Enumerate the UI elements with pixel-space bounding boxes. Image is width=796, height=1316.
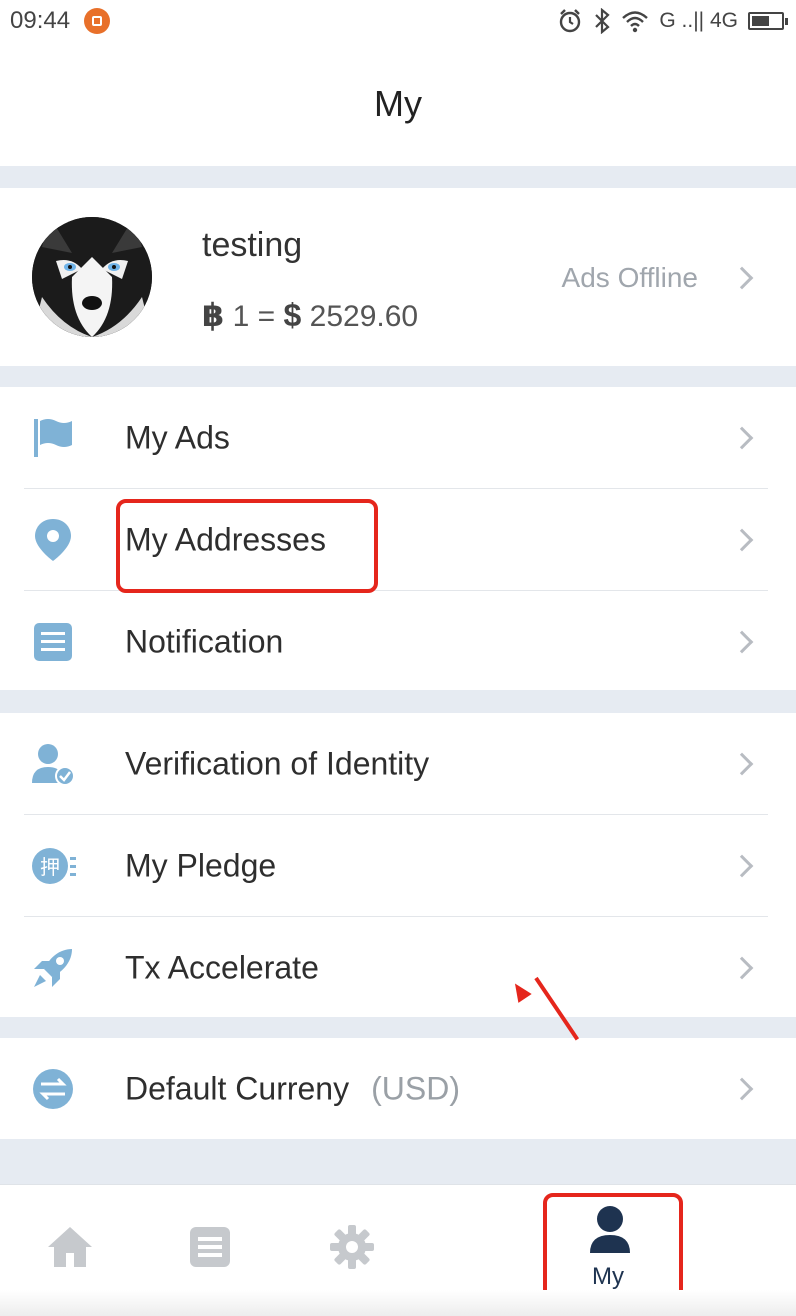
username: testing xyxy=(202,226,303,264)
menu-item-default-currency[interactable]: Default Curreny (USD) xyxy=(0,1038,796,1139)
avatar[interactable] xyxy=(32,217,152,337)
status-time: 09:44 xyxy=(10,7,71,34)
chevron-right-icon xyxy=(730,1077,754,1101)
status-bar: 09:44 G ..|| 4G xyxy=(0,0,796,42)
list-icon xyxy=(190,1227,230,1267)
page-title: My xyxy=(374,83,422,124)
pledge-icon: 押 xyxy=(32,847,76,884)
app-notification-icon xyxy=(84,8,111,34)
status-right: G ..|| 4G xyxy=(557,8,788,34)
exchange-icon xyxy=(33,1068,73,1109)
user-verified-icon xyxy=(32,743,75,786)
gear-icon xyxy=(330,1225,374,1269)
chevron-right-icon xyxy=(730,956,754,980)
location-pin-icon xyxy=(35,518,71,561)
menu-label: Verification of Identity xyxy=(125,745,430,781)
document-icon xyxy=(34,622,72,661)
wifi-icon xyxy=(622,11,649,33)
menu-item-verification[interactable]: Verification of Identity xyxy=(0,713,796,814)
status-left: 09:44 xyxy=(10,7,111,35)
bluetooth-icon xyxy=(595,8,611,34)
exchange-rate: ฿ 1 = $ 2529.60 xyxy=(202,296,418,334)
currency-label: Default Curreny xyxy=(125,1070,350,1106)
menu-label: Default Curreny (USD) xyxy=(125,1070,460,1107)
menu-group-2: Verification of Identity 押 My Pledge Tx … xyxy=(0,713,796,1017)
chevron-right-icon xyxy=(730,528,754,552)
menu-item-notification[interactable]: Notification xyxy=(0,591,796,692)
chevron-right-icon xyxy=(730,630,754,654)
bottom-edge xyxy=(0,1290,796,1316)
chevron-right-icon xyxy=(730,854,754,878)
menu-item-my-pledge[interactable]: 押 My Pledge xyxy=(0,815,796,916)
dollar-icon: $ xyxy=(283,297,302,333)
chevron-right-icon xyxy=(730,426,754,450)
network-indicator: G ..|| 4G xyxy=(659,9,738,32)
menu-label: My Pledge xyxy=(125,847,277,883)
page-header: My xyxy=(0,42,796,166)
highlight-box-addresses xyxy=(116,499,378,593)
battery-icon xyxy=(748,12,788,30)
menu-item-my-ads[interactable]: My Ads xyxy=(0,387,796,488)
alarm-icon xyxy=(560,9,581,33)
husky-avatar-image xyxy=(32,217,152,337)
bitcoin-icon: ฿ xyxy=(202,297,225,333)
rocket-icon xyxy=(34,948,72,987)
ads-status[interactable]: Ads Offline xyxy=(562,262,698,294)
currency-value: (USD) xyxy=(371,1070,460,1106)
flag-icon xyxy=(34,418,72,457)
menu-label: Notification xyxy=(125,623,284,659)
rate-left: 1 = xyxy=(232,300,276,333)
pledge-glyph: 押 xyxy=(40,855,60,879)
menu-group-3: Default Curreny (USD) xyxy=(0,1038,796,1139)
chevron-right-icon xyxy=(730,752,754,776)
home-icon xyxy=(48,1227,92,1267)
menu-label: Tx Accelerate xyxy=(125,949,319,985)
rate-value: 2529.60 xyxy=(309,300,419,333)
menu-item-tx-accelerate[interactable]: Tx Accelerate xyxy=(0,917,796,1018)
menu-label: My Ads xyxy=(125,419,230,455)
